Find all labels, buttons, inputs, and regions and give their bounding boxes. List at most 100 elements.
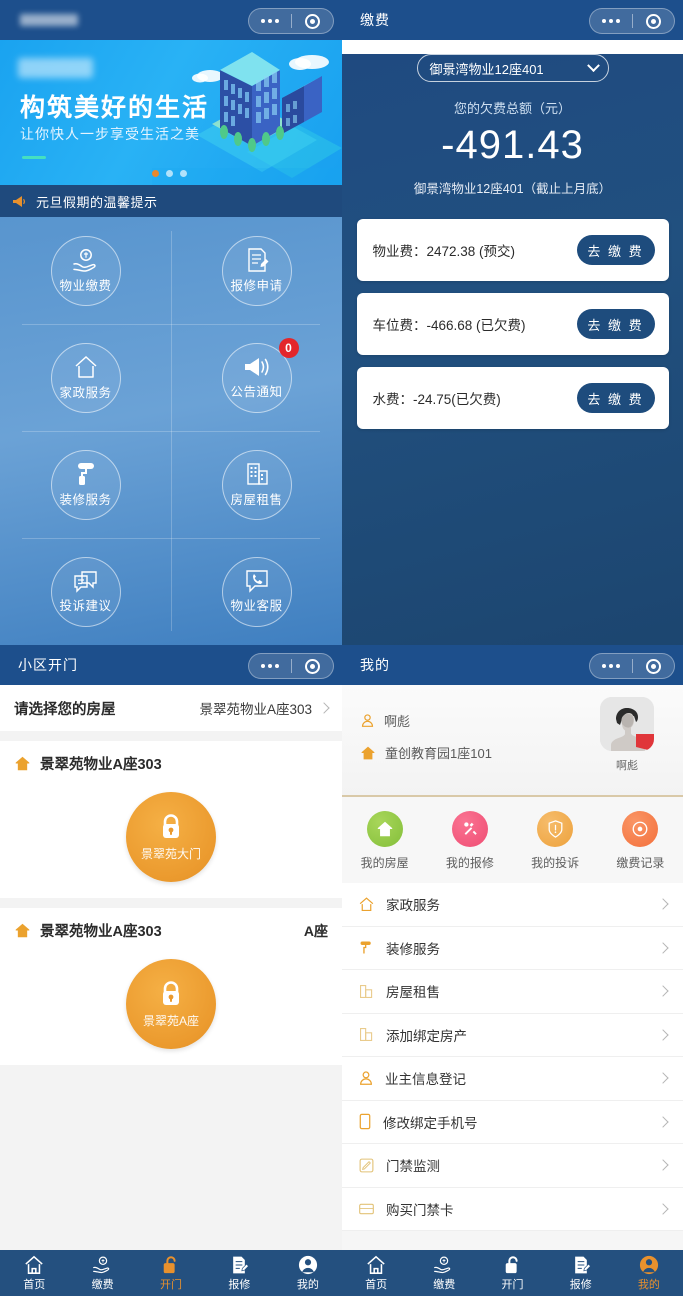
unlock-icon [161, 1255, 181, 1275]
grid-label: 报修申请 [230, 279, 283, 293]
chevron-down-icon [586, 58, 600, 72]
quick-action-label: 我的投诉 [531, 856, 580, 870]
menu-item-bind-property[interactable]: 添加绑定房产 [342, 1014, 683, 1057]
hand-coin-icon [92, 1255, 114, 1275]
home-banner[interactable]: 构筑美好的生活 让你快人一步享受生活之美 [0, 40, 342, 185]
menu-item-owner-registration[interactable]: 业主信息登记 [342, 1057, 683, 1101]
open-door-button[interactable]: 景翠苑大门 [126, 792, 216, 882]
door-card-name: 景翠苑物业A座303 [40, 924, 162, 940]
owed-total-amount: -491.43 [441, 123, 584, 167]
avatar-block[interactable]: 啊彪 [595, 697, 659, 773]
banner-dot-2[interactable] [180, 170, 187, 177]
pay-button[interactable]: 去 缴 费 [576, 235, 655, 265]
document-edit-icon [571, 1255, 591, 1275]
menu-item-buy-access-card[interactable]: 购买门禁卡 [342, 1188, 683, 1231]
house-select-row[interactable]: 请选择您的房屋 景翠苑物业A座303 [0, 685, 342, 731]
grid-item-announcement[interactable]: 0 公告通知 [171, 324, 342, 431]
speaker-icon [243, 355, 271, 379]
grid-item-customer-service[interactable]: 物业客服 [171, 538, 342, 645]
chevron-right-icon [657, 942, 669, 954]
card-icon [358, 1202, 375, 1216]
more-dots-icon[interactable] [249, 19, 291, 23]
grid-label: 房屋租售 [230, 493, 283, 507]
quick-action-my-complaint[interactable]: 我的投诉 [513, 811, 598, 871]
quick-action-payment-record[interactable]: 缴费记录 [598, 811, 683, 871]
tab-mine[interactable]: 我的 [615, 1255, 683, 1292]
wechat-capsule[interactable] [248, 8, 334, 34]
profile-user-name: 啊彪 [384, 714, 411, 729]
edit-square-icon [358, 1157, 375, 1174]
menu-item-housekeeping[interactable]: 家政服务 [342, 883, 683, 927]
target-icon[interactable] [633, 13, 675, 29]
menu-item-decoration[interactable]: 装修服务 [342, 927, 683, 970]
chevron-right-icon [657, 1072, 669, 1084]
menu-item-house-rental[interactable]: 房屋租售 [342, 970, 683, 1014]
chat-bubbles-icon [73, 569, 99, 593]
target-icon[interactable] [292, 13, 334, 29]
avatar[interactable] [600, 697, 654, 751]
door-card-name: 景翠苑物业A座303 [40, 757, 162, 773]
tab-home[interactable]: 首页 [342, 1255, 410, 1292]
tab-door[interactable]: 开门 [478, 1255, 546, 1292]
coin-icon [622, 811, 659, 847]
home-icon [14, 922, 31, 939]
wechat-capsule[interactable] [248, 653, 334, 679]
panel-payment: 缴费 御景湾物业12座401 您的欠费总额（元） -491.43 御景湾物业12… [342, 0, 683, 690]
more-dots-icon[interactable] [249, 664, 291, 668]
target-icon[interactable] [633, 658, 675, 674]
banner-dot-0[interactable] [152, 170, 159, 177]
pay-button[interactable]: 去 缴 费 [576, 383, 655, 413]
wechat-capsule[interactable] [589, 8, 675, 34]
wrench-icon [451, 811, 488, 847]
menu-item-access-monitor[interactable]: 门禁监测 [342, 1144, 683, 1188]
isometric-building-illustration [152, 40, 342, 185]
door-titlebar: 小区开门 [0, 645, 342, 685]
payment-titlebar: 缴费 [342, 0, 683, 40]
notice-bar[interactable]: 元旦假期的温馨提示 [0, 185, 342, 217]
notice-text: 元旦假期的温馨提示 [36, 194, 158, 210]
user-outline-icon [358, 1070, 374, 1086]
open-door-label: 景翠苑A座 [142, 1013, 199, 1028]
menu-item-change-phone[interactable]: 修改绑定手机号 [342, 1101, 683, 1144]
banner-dots[interactable] [152, 170, 187, 177]
more-dots-icon[interactable] [590, 664, 632, 668]
tab-repair[interactable]: 报修 [205, 1255, 273, 1292]
home-body: 构筑美好的生活 让你快人一步享受生活之美 元旦假期的温馨提示 物业缴费 报修申请… [0, 40, 342, 645]
wechat-capsule[interactable] [589, 653, 675, 679]
tab-repair[interactable]: 报修 [547, 1255, 615, 1292]
tab-payment[interactable]: 缴费 [68, 1255, 136, 1292]
profile-block: 啊彪 童创教育园1座101 啊彪 [342, 685, 683, 797]
shield-icon [537, 811, 574, 847]
menu-item-label: 家政服务 [386, 898, 440, 914]
grid-label: 装修服务 [59, 493, 112, 507]
pay-button[interactable]: 去 缴 费 [576, 309, 655, 339]
buildings-icon [358, 983, 375, 1000]
target-icon[interactable] [292, 658, 334, 674]
door-card-header: 景翠苑物业A座303 A座 [0, 920, 342, 941]
property-select-value: 御景湾物业12座401 [429, 61, 544, 77]
grid-item-complaint[interactable]: 投诉建议 [0, 538, 171, 645]
quick-action-my-repair[interactable]: 我的报修 [427, 811, 512, 871]
tab-label: 开门 [160, 1278, 183, 1291]
open-door-button[interactable]: 景翠苑A座 [126, 959, 216, 1049]
fee-text: 车位费：-466.68 (已欠费) [372, 318, 526, 333]
tab-home[interactable]: 首页 [0, 1255, 68, 1292]
chevron-right-icon [657, 1029, 669, 1041]
grid-item-decoration[interactable]: 装修服务 [0, 431, 171, 538]
grid-item-house-rental[interactable]: 房屋租售 [171, 431, 342, 538]
tab-payment[interactable]: 缴费 [410, 1255, 478, 1292]
property-select[interactable]: 御景湾物业12座401 [416, 54, 609, 82]
tab-door[interactable]: 开门 [137, 1255, 205, 1292]
more-dots-icon[interactable] [590, 19, 632, 23]
quick-action-my-house[interactable]: 我的房屋 [342, 811, 427, 871]
grid-item-housekeeping[interactable]: 家政服务 [0, 324, 171, 431]
grid-item-property-payment[interactable]: 物业缴费 [0, 217, 171, 324]
tab-mine[interactable]: 我的 [274, 1255, 342, 1292]
lock-icon [158, 813, 184, 841]
house-select-value-wrap: 景翠苑物业A座303 [199, 698, 330, 718]
tab-label: 首页 [365, 1278, 388, 1291]
paint-roller-icon [73, 461, 99, 487]
home-title [20, 14, 78, 26]
grid-item-repair-request[interactable]: 报修申请 [171, 217, 342, 324]
banner-dot-1[interactable] [166, 170, 173, 177]
